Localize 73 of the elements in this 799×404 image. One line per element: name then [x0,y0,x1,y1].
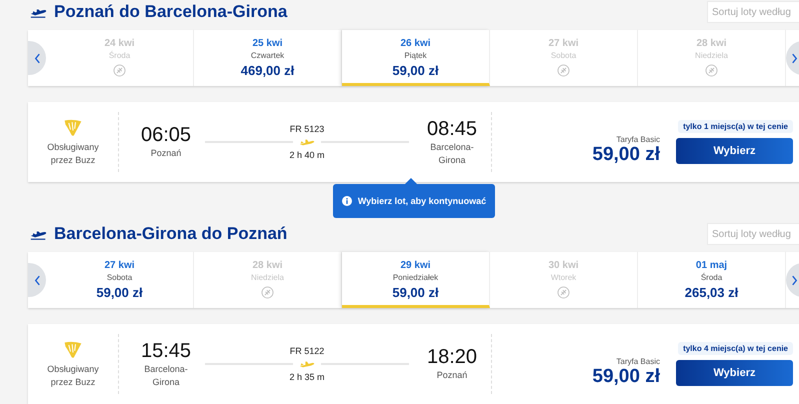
chevron-left-icon [34,274,41,286]
operator-label: Obsługiwany przez Buzz [46,140,100,166]
weekday-label: Środa [108,51,130,60]
info-icon [342,196,352,206]
route-title: Barcelona-Girona do Poznań [54,224,288,244]
crossed-plane-icon [705,64,718,77]
arrival-time: 08:45 [426,118,478,140]
seats-badge: tylko 1 miejsc(a) w tej cenie [678,120,793,133]
chevron-right-icon [791,52,798,64]
fare-price: 59,00 zł [592,366,660,388]
date-label: 01 maj [696,260,728,271]
weekday-label: Sobota [106,273,132,282]
plane-icon [299,138,315,146]
arrival-time: 18:20 [426,346,478,369]
date-label: 29 kwi [400,260,431,271]
previous-button[interactable] [28,41,46,75]
departure-city: Barcelona-Girona [143,362,189,388]
weekday-label: Piątek [404,51,427,60]
day-price: 59,00 zł [96,285,143,300]
flight-number: FR 5122 [290,346,324,356]
date-label: 27 kwi [548,38,579,49]
harp-logo-icon [63,118,83,138]
departure-city: Poznań [150,147,182,160]
day-price: 469,00 zł [240,63,294,78]
sort-dropdown[interactable]: Sortuj loty według [707,223,799,245]
select-button[interactable]: Wybierz [676,138,793,164]
tooltip-text: Wybierz lot, aby kontynuować [358,196,486,206]
crossed-plane-icon [557,286,570,299]
date-tab[interactable]: 01 maj Środa 265,03 zł [638,252,786,308]
weekday-label: Czwartek [250,51,284,60]
weekday-label: Środa [700,273,722,282]
crossed-plane-icon [557,64,570,77]
day-price: 59,00 zł [392,63,439,78]
date-label: 27 kwi [104,260,135,271]
fare-label: Taryfa Basic [616,356,660,366]
departure-time: 15:45 [140,340,192,362]
date-tab[interactable]: 26 kwi Piątek 59,00 zł [342,30,490,86]
departure-time: 06:05 [140,124,192,147]
plane-icon [299,360,315,368]
date-label: 28 kwi [696,38,727,49]
arrival-city: Barcelona-Girona [429,140,475,166]
date-label: 25 kwi [252,38,283,49]
date-label: 24 kwi [104,38,135,49]
date-tab[interactable]: 25 kwi Czwartek 469,00 zł [194,30,342,86]
weekday-label: Poniedziałek [392,273,438,282]
operator-label: Obsługiwany przez Buzz [46,362,100,388]
fare-price: 59,00 zł [592,144,660,166]
route-title: Poznań do Barcelona-Girona [54,2,288,22]
day-price: 59,00 zł [392,285,439,300]
previous-button[interactable] [28,263,46,297]
date-label: 30 kwi [548,260,579,271]
date-tab[interactable]: 29 kwi Poniedziałek 59,00 zł [342,252,490,308]
select-button[interactable]: Wybierz [676,360,793,386]
day-price: 265,03 zł [684,285,738,300]
crossed-plane-icon [261,286,274,299]
flight-duration: 2 h 35 m [289,372,325,382]
chevron-right-icon [791,274,798,286]
flight-duration: 2 h 40 m [289,150,325,160]
crossed-plane-icon [113,64,126,77]
harp-logo-icon [63,340,83,360]
seats-badge: tylko 4 miejsc(a) w tej cenie [678,342,793,355]
weekday-label: Niedziela [251,273,284,282]
chevron-left-icon [34,52,41,64]
date-label: 28 kwi [252,260,283,271]
weekday-label: Wtorek [550,273,576,282]
flight-number: FR 5123 [290,124,324,134]
date-label: 26 kwi [400,38,431,49]
fare-label: Taryfa Basic [616,134,660,144]
weekday-label: Sobota [550,51,576,60]
date-tab[interactable]: 27 kwi Sobota 59,00 zł [46,252,194,308]
sort-dropdown[interactable]: Sortuj loty według [707,1,799,23]
weekday-label: Niedziela [695,51,728,60]
arrival-city: Poznań [436,369,468,382]
